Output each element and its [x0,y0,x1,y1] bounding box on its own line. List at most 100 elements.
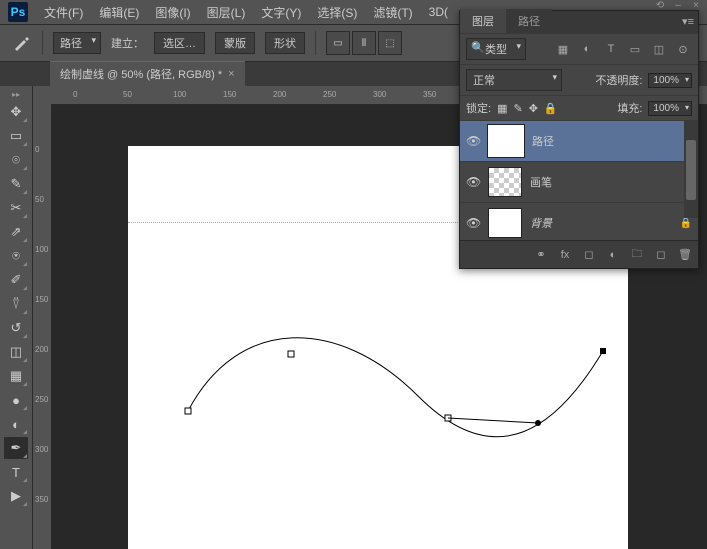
layer-thumbnail[interactable] [488,208,522,238]
eraser-tool[interactable]: ◫ [4,341,28,363]
crop-tool[interactable]: ✂ [4,197,28,219]
mode-dropdown[interactable]: 路径 [53,32,101,54]
eyedropper-tool[interactable]: ⇗ [4,221,28,243]
lock-label: 锁定: [466,100,491,116]
stamp-tool[interactable]: ⍢ [4,293,28,315]
filter-type-icon[interactable]: T [602,41,620,57]
filter-smart-icon[interactable]: ◫ [650,41,668,57]
panel-menu-icon[interactable]: ▾≡ [682,15,694,28]
dodge-tool[interactable]: ◐ [4,413,28,435]
app-logo: Ps [8,2,28,22]
layer-name[interactable]: 背景 [530,215,552,231]
layer-name[interactable]: 路径 [532,133,554,149]
document-title: 绘制虚线 @ 50% (路径, RGB/8) * [60,66,222,82]
layer-item[interactable]: 👁 路径 [460,120,698,161]
ruler-tick: 200 [35,346,49,354]
document-tab[interactable]: 绘制虚线 @ 50% (路径, RGB/8) * × [50,61,245,86]
history-brush-tool[interactable]: ↺ [4,317,28,339]
delete-layer-icon[interactable]: 🗑 [678,248,692,261]
establish-label: 建立： [111,35,144,51]
filter-shape-icon[interactable]: ▭ [626,41,644,57]
mask-button[interactable]: 蒙版 [215,32,255,54]
lock-all-icon[interactable]: 🔒 [544,102,558,115]
path-op-icon[interactable]: ▭ [326,31,350,55]
layer-group-icon[interactable]: 🗀 [630,245,644,264]
layers-panel-footer: ⚭ fx ◻ ◐ 🗀 ◻ 🗑 [460,240,698,268]
shape-button[interactable]: 形状 [265,32,305,54]
menu-3d[interactable]: 3D( [421,5,456,19]
ruler-tick: 250 [323,90,336,99]
selection-button[interactable]: 选区… [154,32,205,54]
collapse-icon[interactable]: ⟲ [653,0,667,10]
menu-file[interactable]: 文件(F) [36,4,91,21]
quick-select-tool[interactable]: ✎ [4,173,28,195]
fill-value[interactable]: 100% [648,101,692,116]
menu-select[interactable]: 选择(S) [309,4,365,21]
layer-item[interactable]: 👁 画笔 [460,161,698,202]
adjustment-layer-icon[interactable]: ◐ [606,249,620,261]
layers-scrollbar[interactable] [684,120,698,218]
blend-opacity-row: 正常 不透明度: 100% [460,64,698,95]
menu-image[interactable]: 图像(I) [147,4,198,21]
visibility-icon[interactable]: 👁 [466,216,480,230]
marquee-tool[interactable]: ▭ [4,125,28,147]
ruler-tick: 50 [35,196,49,204]
lock-transparency-icon[interactable]: ▦ [497,102,507,115]
lock-icon: 🔒 [680,218,692,229]
layer-fx-icon[interactable]: fx [558,249,572,261]
ruler-tick: 100 [173,90,186,99]
opacity-value[interactable]: 100% [648,73,692,88]
ruler-tick: 250 [35,396,49,404]
menu-type[interactable]: 文字(Y) [253,4,309,21]
layer-mask-icon[interactable]: ◻ [582,248,596,261]
ruler-tick: 150 [223,90,236,99]
type-tool[interactable]: T [4,461,28,483]
tab-paths[interactable]: 路径 [506,9,552,33]
close-icon[interactable]: × [689,0,703,10]
ruler-corner [33,86,52,105]
layer-thumbnail[interactable] [488,167,522,197]
ruler-tick: 200 [273,90,286,99]
fill-label: 填充: [617,100,642,116]
path-select-tool[interactable]: ▶ [4,485,28,507]
vertical-ruler[interactable]: 0 50 100 150 200 250 300 350 [33,104,52,549]
brush-tool[interactable]: ✐ [4,269,28,291]
ruler-tick: 300 [373,90,386,99]
window-controls: ⟲ – × [653,0,703,10]
gradient-tool[interactable]: ▦ [4,365,28,387]
path-arrange-icon[interactable]: ⬚ [378,31,402,55]
filter-toggle-icon[interactable]: ⊙ [674,41,692,57]
ruler-tick: 0 [35,146,49,154]
lasso-tool[interactable]: ⌾ [4,149,28,171]
healing-tool[interactable]: ⍟ [4,245,28,267]
ruler-tick: 150 [35,296,49,304]
blur-tool[interactable]: ● [4,389,28,411]
filter-type-dropdown[interactable]: 🔍类型 [466,38,526,60]
layer-name[interactable]: 画笔 [530,174,552,190]
path-align-icon[interactable]: ⫴ [352,31,376,55]
ruler-tick: 350 [35,496,49,504]
tab-close-icon[interactable]: × [228,68,234,80]
menu-edit[interactable]: 编辑(E) [91,4,147,21]
pen-tool[interactable]: ✒ [4,437,28,459]
ruler-tick: 50 [123,90,132,99]
toolbox-collapse-icon[interactable]: ▸▸ [12,90,20,100]
tab-layers[interactable]: 图层 [460,9,506,33]
visibility-icon[interactable]: 👁 [466,175,480,189]
menu-layer[interactable]: 图层(L) [199,4,254,21]
minimize-icon[interactable]: – [671,0,685,10]
visibility-icon[interactable]: 👁 [466,134,480,148]
blend-mode-dropdown[interactable]: 正常 [466,69,562,91]
lock-position-icon[interactable]: ✥ [529,102,538,115]
menu-filter[interactable]: 滤镜(T) [365,4,420,21]
lock-pixels-icon[interactable]: ✎ [513,102,522,115]
link-layers-icon[interactable]: ⚭ [534,248,548,261]
path-ops-group: ▭ ⫴ ⬚ [326,31,402,55]
filter-pixel-icon[interactable]: ▦ [554,41,572,57]
layer-thumbnail[interactable] [488,125,524,157]
move-tool[interactable]: ✥ [4,101,28,123]
filter-adjust-icon[interactable]: ◐ [578,41,596,57]
layer-item[interactable]: 👁 背景 🔒 [460,202,698,240]
pen-tool-preset-icon[interactable] [10,32,32,54]
new-layer-icon[interactable]: ◻ [654,248,668,261]
